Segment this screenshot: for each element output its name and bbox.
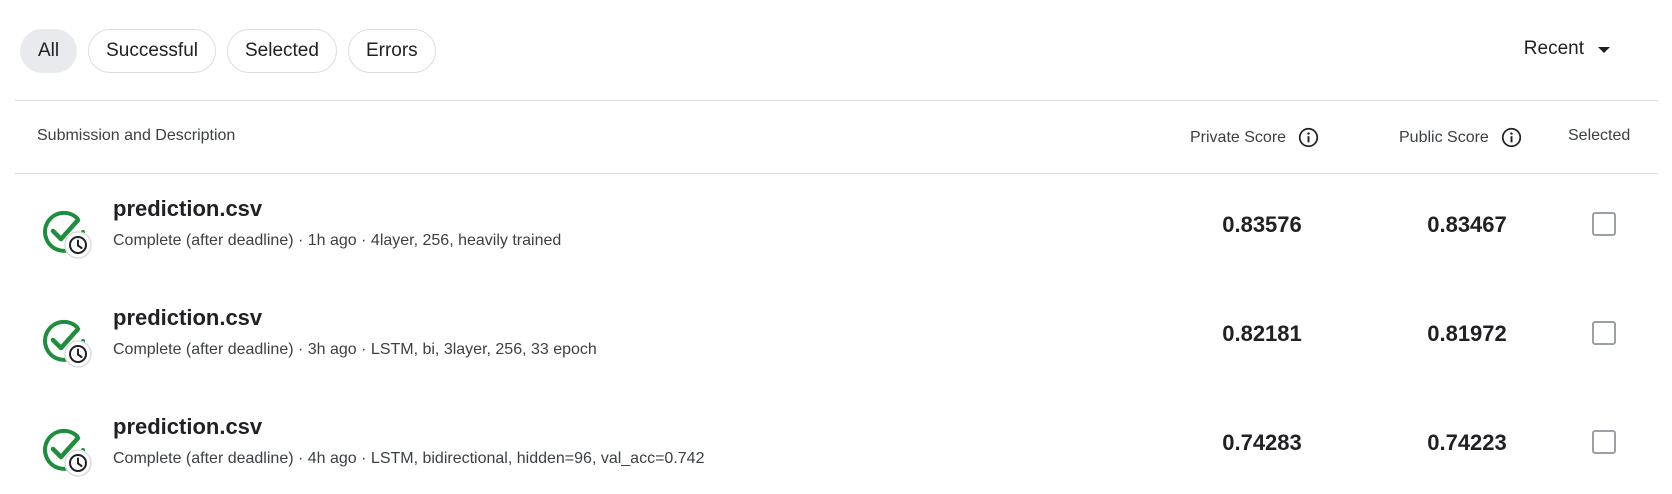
- header-selected: Selected: [1568, 127, 1630, 145]
- submission-description: Complete (after deadline) · 3h ago · LST…: [113, 341, 597, 358]
- sort-label: Recent: [1523, 38, 1584, 59]
- header-private-score: Private Score: [1190, 127, 1319, 148]
- header-public-label: Public Score: [1399, 128, 1489, 146]
- header-selected-label: Selected: [1568, 127, 1631, 144]
- header-public-score: Public Score: [1399, 127, 1522, 148]
- filter-selected-chip[interactable]: Selected: [227, 29, 337, 73]
- public-score: 0.74223: [1427, 430, 1507, 455]
- submission-description: Complete (after deadline) · 4h ago · LST…: [113, 450, 705, 467]
- private-score: 0.82181: [1222, 321, 1302, 346]
- filter-errors-chip[interactable]: Errors: [347, 29, 436, 73]
- divider: [15, 100, 1658, 101]
- selected-checkbox[interactable]: [1592, 321, 1616, 345]
- check-circle-clock-icon: [43, 319, 92, 368]
- check-circle-clock-icon: [43, 428, 92, 477]
- header-private-label: Private Score: [1190, 128, 1287, 146]
- private-score: 0.83576: [1222, 212, 1302, 237]
- check-circle-clock-icon: [43, 210, 92, 259]
- selected-checkbox[interactable]: [1592, 430, 1616, 454]
- sort-dropdown[interactable]: Recent: [1524, 38, 1610, 60]
- info-icon[interactable]: [1298, 127, 1319, 148]
- private-score: 0.74283: [1222, 430, 1302, 455]
- submission-filename[interactable]: prediction.csv: [113, 305, 262, 331]
- info-icon[interactable]: [1501, 127, 1522, 148]
- filter-all-chip[interactable]: All: [20, 29, 78, 73]
- filter-chips: All Successful Selected Errors: [20, 29, 436, 73]
- header-submission-label: Submission and Description: [37, 127, 236, 144]
- submission-filename[interactable]: prediction.csv: [113, 414, 262, 440]
- header-submission: Submission and Description: [37, 127, 235, 145]
- public-score: 0.81972: [1427, 321, 1507, 346]
- submission-description: Complete (after deadline) · 1h ago · 4la…: [113, 232, 562, 249]
- submission-filename[interactable]: prediction.csv: [113, 196, 262, 222]
- submission-row: prediction.csv Complete (after deadline)…: [15, 174, 1658, 283]
- caret-down-icon: [1598, 47, 1610, 53]
- submission-row: prediction.csv Complete (after deadline)…: [15, 283, 1658, 392]
- public-score: 0.83467: [1427, 212, 1507, 237]
- submission-row: prediction.csv Complete (after deadline)…: [15, 392, 1658, 494]
- filter-successful-chip[interactable]: Successful: [88, 29, 216, 73]
- selected-checkbox[interactable]: [1592, 212, 1616, 236]
